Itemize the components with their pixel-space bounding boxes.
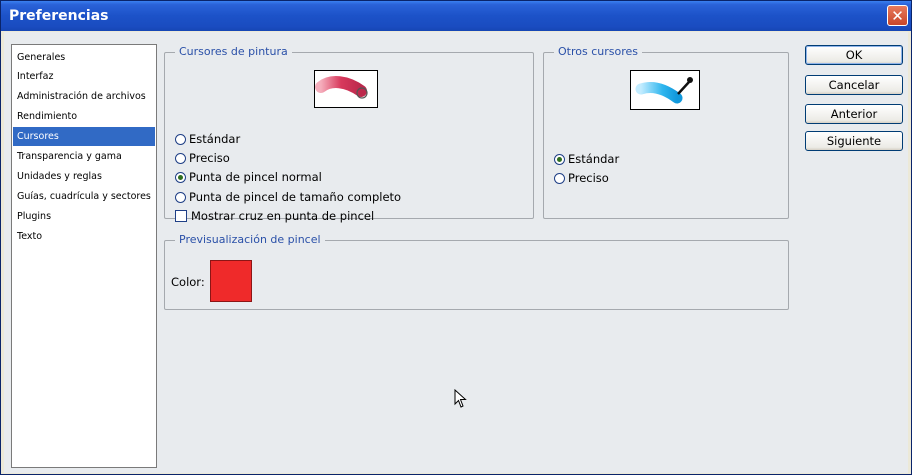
brush-stroke-icon [315,76,368,99]
category-item-transparencia-gama[interactable]: Transparencia y gama [13,147,155,166]
next-button[interactable]: Siguiente [805,131,903,151]
painting-precise-label: Preciso [189,151,230,165]
other-cursors-group: Otros cursores Estándar Preciso [543,45,789,219]
category-item-unidades-reglas[interactable]: Unidades y reglas [13,167,155,186]
category-item-cursores[interactable]: Cursores [13,127,155,146]
dialog-body: Generales Interfaz Administración de arc… [4,32,908,473]
category-item-administracion-archivos[interactable]: Administración de archivos [13,87,155,106]
painting-cursors-title: Cursores de pintura [175,45,292,59]
brush-preview-title: Previsualización de pincel [175,233,325,247]
close-icon[interactable]: ✕ [887,5,908,26]
other-standard-label: Estándar [568,152,620,166]
window-title: Preferencias [9,8,109,24]
other-precise-radio[interactable] [554,172,565,184]
crosshair-label: Mostrar cruz en punta de pincel [191,209,375,223]
other-standard-radio[interactable] [554,153,565,165]
other-standard-option[interactable]: Estándar [554,152,619,166]
category-item-rendimiento[interactable]: Rendimiento [13,107,155,126]
painting-precise-radio[interactable] [175,152,186,164]
category-item-generales[interactable]: Generales [13,48,155,67]
crosshair-checkbox[interactable] [175,210,187,222]
painting-full-tip-option[interactable]: Punta de pincel de tamaño completo [175,190,401,204]
other-cursors-title: Otros cursores [554,45,642,59]
color-label: Color: [171,275,205,289]
painting-standard-option[interactable]: Estándar [175,132,240,146]
category-item-texto[interactable]: Texto [13,227,155,246]
painting-normal-tip-label: Punta de pincel normal [189,170,322,184]
previous-button[interactable]: Anterior [805,104,903,124]
painting-cursor-preview [314,70,378,108]
brush-preview-group: Previsualización de pincel Color: [164,233,789,310]
painting-standard-radio[interactable] [175,133,186,145]
eyedropper-icon [635,77,693,104]
crosshair-option[interactable]: Mostrar cruz en punta de pincel [175,209,374,223]
cancel-button[interactable]: Cancelar [805,75,903,95]
brush-color-swatch[interactable] [210,260,252,302]
other-precise-label: Preciso [568,171,609,185]
painting-full-tip-radio[interactable] [175,191,186,203]
category-item-interfaz[interactable]: Interfaz [13,67,155,86]
mouse-pointer-icon [454,389,467,408]
painting-normal-tip-radio[interactable] [175,171,186,183]
other-cursor-preview [630,70,700,110]
painting-precise-option[interactable]: Preciso [175,151,230,165]
category-item-plugins[interactable]: Plugins [13,207,155,226]
painting-cursors-group: Cursores de pintura Estándar Preciso Pun… [164,45,534,223]
category-list[interactable]: Generales Interfaz Administración de arc… [11,44,157,468]
preferences-dialog: Preferencias ✕ Generales Interfaz Admini… [0,0,912,475]
title-bar[interactable]: Preferencias ✕ [1,1,911,31]
category-item-guias-cuadricula[interactable]: Guías, cuadrícula y sectores [13,187,155,206]
painting-normal-tip-option[interactable]: Punta de pincel normal [175,170,322,184]
painting-full-tip-label: Punta de pincel de tamaño completo [189,190,402,204]
painting-standard-label: Estándar [189,132,241,146]
other-precise-option[interactable]: Preciso [554,171,609,185]
ok-button[interactable]: OK [805,45,903,65]
